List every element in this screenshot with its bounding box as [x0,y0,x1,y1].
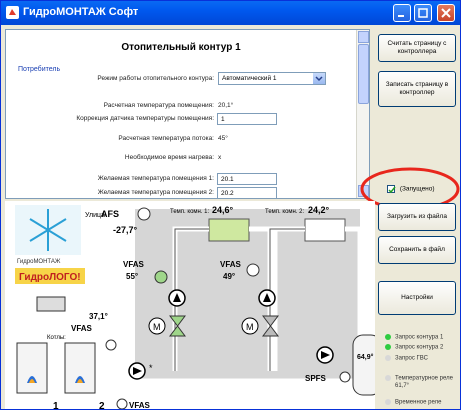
minimize-icon [398,15,404,17]
vfas3-value: 37,1° [89,312,108,321]
page-title: Отопительный контур 1 [121,42,241,53]
sensor-correction-input[interactable]: 1 [217,113,277,125]
calc-flow-temp-label: Расчетная температура потока: [118,135,214,142]
calc-room-temp-value: 20,1° [218,102,234,109]
legend-item: Запрос контура 1 [385,334,443,341]
brand-small-text: ГидроМОНТАЖ [17,259,61,265]
boiler2-number: 2 [99,401,105,410]
maximize-icon [418,8,428,18]
status-dot-icon [385,334,391,340]
svg-text:*: * [149,363,153,373]
status-dot-icon [385,399,391,405]
status-dot-icon [385,375,391,381]
vfas2-value: 49° [223,272,235,281]
save-file-button[interactable]: Сохранить в файл [378,236,456,264]
legend-label: Временное реле [395,399,442,406]
settings-panel: Отопительный контур 1 Потребитель Режим … [5,29,370,199]
legend-item: Временное реле [385,399,441,406]
legend-item: Температурное реле [385,375,453,382]
hot-water-tank-icon [352,334,375,396]
heat-time-value: x [218,154,222,161]
legend-label: Температурное реле [395,375,453,382]
close-icon [441,8,451,18]
legend-label: 61,7° [395,383,410,389]
close-button[interactable] [437,4,455,22]
boiler1-number: 1 [53,401,59,410]
legend-item: Запрос ГВС [385,355,428,362]
app-window: ГидроМОНТАЖ Софт Отопительный контур 1 П… [0,0,461,410]
vfas-bottom-label: VFAS [129,401,151,410]
status-dot-icon [385,344,391,350]
desired-temp2-label: Желаемая температура помещения 2: [97,189,214,196]
controller-icon [36,296,66,312]
legend-label: Запрос ГВС [395,355,428,362]
legend-label: Запрос контура 1 [395,334,444,341]
snowflake-logo [15,205,81,255]
desired-temp1-label: Желаемая температура помещения 1: [97,175,214,182]
chevron-down-icon[interactable] [313,73,325,84]
maximize-button[interactable] [414,4,432,22]
tank-value: 64,9° [357,353,374,361]
room2-label: Темп. комн. 2: [265,209,305,215]
boiler2-icon [64,342,96,394]
settings-button[interactable]: Настройки [378,281,456,315]
boiler1-icon [16,342,48,394]
calc-room-temp-label: Расчетная температура помещения: [103,102,214,109]
mode-label: Режим работы отопительного контура: [97,75,214,82]
status-dot-icon [385,355,391,361]
load-file-button[interactable]: Загрузить из файла [378,203,456,231]
vfas2-label: VFAS [220,260,242,269]
calc-flow-temp-value: 45° [218,135,228,142]
mode-select-value: Автоматический 1 [222,75,277,82]
spfs-label: SPFS [305,374,327,383]
legend-item: 61,7° [395,383,409,389]
vfas-bottom-sensor-icon [116,398,128,409]
heat-time-label: Необходимое время нагрева: [124,154,214,161]
boilers-label: Котлы: [47,335,66,341]
legend-item: Запрос контура 2 [385,344,443,351]
vfas3-sensor-icon [105,339,117,351]
motor2-label: M [246,322,254,332]
title-bar[interactable]: ГидроМОНТАЖ Софт [1,1,460,25]
window-title: ГидроМОНТАЖ Софт [23,6,139,18]
app-icon [6,6,19,19]
scroll-up-icon[interactable] [358,31,369,43]
vfas1-sensor-icon [154,270,168,284]
desired-temp2-input[interactable]: 20.2 [217,187,277,198]
afs-label: AFS [101,209,119,219]
vfas1-value: 55° [126,272,138,281]
vfas3-label: VFAS [71,324,93,333]
afs-value: -27,7° [113,225,138,235]
afs-sensor-icon [137,207,151,221]
radiator1-icon [208,218,250,242]
spfs-sensor-icon [339,371,351,383]
scroll-thumb[interactable] [358,44,369,104]
group-label: Потребитель [18,66,61,73]
vfas2-sensor-icon [246,263,260,277]
legend-label: Запрос контура 2 [395,344,444,351]
room2-value: 24,2° [308,205,330,215]
radiator2-icon [304,218,346,242]
mode-select[interactable]: Автоматический 1 [218,72,326,85]
vfas1-label: VFAS [123,260,145,269]
minimize-button[interactable] [393,4,411,22]
motor1-label: M [153,322,161,332]
desired-temp1-input[interactable]: 20.1 [217,173,277,185]
room1-label: Темп. комн. 1: [170,209,210,215]
sensor-correction-label: Коррекция датчика температуры помещения: [76,115,214,122]
read-page-button[interactable]: Считать страницу с контроллера [378,34,456,62]
heating-diagram: ГидроМОНТАЖ ГидроЛОГО! Улица AFS -27,7° … [5,201,375,410]
logo-text: ГидроЛОГО! [19,272,81,283]
room1-value: 24,6° [212,205,234,215]
write-page-button[interactable]: Записать страницу в контроллер [378,71,456,107]
